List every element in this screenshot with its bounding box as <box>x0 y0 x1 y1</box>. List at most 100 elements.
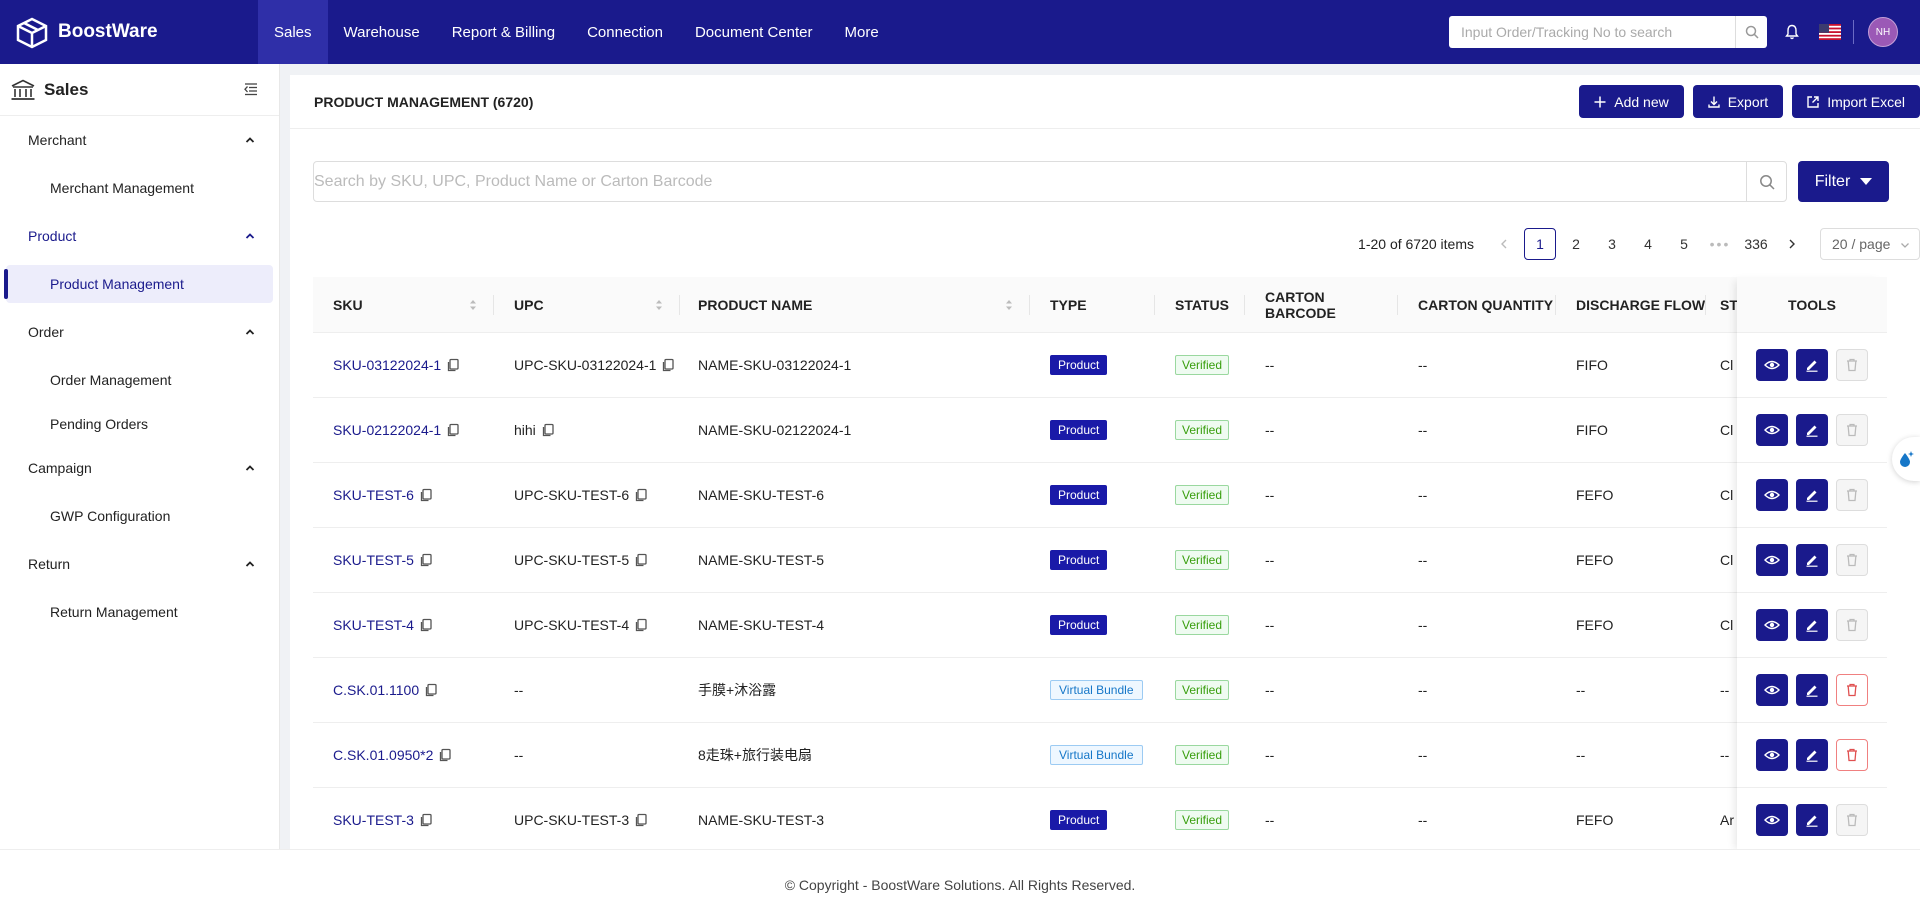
copy-icon[interactable] <box>541 423 555 437</box>
sku-link[interactable]: SKU-TEST-3 <box>333 812 414 828</box>
nav-sales[interactable]: Sales <box>258 0 328 64</box>
prev-page-button[interactable] <box>1488 228 1520 260</box>
product-search-input[interactable] <box>314 162 1746 201</box>
sort-icon <box>470 299 476 310</box>
view-button[interactable] <box>1756 739 1788 771</box>
sidebar-item-pending-orders[interactable]: Pending Orders <box>0 404 279 444</box>
sidebar-item-gwp-configuration[interactable]: GWP Configuration <box>0 492 279 540</box>
view-button[interactable] <box>1756 544 1788 576</box>
copy-icon[interactable] <box>634 813 648 827</box>
edit-button[interactable] <box>1796 739 1828 771</box>
page-ellipsis[interactable]: ••• <box>1704 228 1736 260</box>
order-search-input[interactable] <box>1449 17 1735 47</box>
view-button[interactable] <box>1756 804 1788 836</box>
copy-icon[interactable] <box>634 553 648 567</box>
col-header-product-name[interactable]: PRODUCT NAME <box>680 277 1030 333</box>
page-5[interactable]: 5 <box>1668 228 1700 260</box>
menu-collapse-icon[interactable] <box>243 81 259 97</box>
bank-icon <box>11 79 35 100</box>
sku-link[interactable]: SKU-02122024-1 <box>333 422 441 438</box>
copy-icon[interactable] <box>634 488 648 502</box>
edit-button[interactable] <box>1796 349 1828 381</box>
nav-document-center[interactable]: Document Center <box>679 0 829 64</box>
edit-button[interactable] <box>1796 544 1828 576</box>
nav-warehouse[interactable]: Warehouse <box>328 0 436 64</box>
page-1[interactable]: 1 <box>1524 228 1556 260</box>
user-avatar[interactable]: NH <box>1868 17 1898 47</box>
col-header-label: DISCHARGE FLOW <box>1576 296 1706 313</box>
sidebar-group-merchant[interactable]: Merchant <box>0 116 279 164</box>
view-button[interactable] <box>1756 674 1788 706</box>
cell-type: Product <box>1030 788 1155 850</box>
delete-button[interactable] <box>1836 609 1868 641</box>
sidebar-item-merchant-management[interactable]: Merchant Management <box>0 164 279 212</box>
page-2[interactable]: 2 <box>1560 228 1592 260</box>
sku-link[interactable]: SKU-TEST-5 <box>333 552 414 568</box>
sku-link[interactable]: C.SK.01.1100 <box>333 682 419 698</box>
sidebar-group-campaign[interactable]: Campaign <box>0 444 279 492</box>
view-button[interactable] <box>1756 479 1788 511</box>
nav-connection[interactable]: Connection <box>571 0 679 64</box>
nav-report-billing[interactable]: Report & Billing <box>436 0 571 64</box>
sidebar-item-order-management[interactable]: Order Management <box>0 356 279 404</box>
edit-button[interactable] <box>1796 804 1828 836</box>
trash-icon <box>1847 748 1857 762</box>
copy-icon[interactable] <box>661 358 675 372</box>
sidebar-group-order[interactable]: Order <box>0 308 279 356</box>
copy-icon[interactable] <box>419 553 433 567</box>
copy-icon[interactable] <box>419 618 433 632</box>
copy-icon[interactable] <box>419 813 433 827</box>
filter-button[interactable]: Filter <box>1798 161 1889 202</box>
edit-button[interactable] <box>1796 674 1828 706</box>
nav-more[interactable]: More <box>829 0 895 64</box>
edit-button[interactable] <box>1796 479 1828 511</box>
product-search-button[interactable] <box>1746 162 1786 201</box>
copy-icon[interactable] <box>634 618 648 632</box>
page-size-select[interactable]: 20 / page <box>1820 228 1920 260</box>
sidebar-group-return[interactable]: Return <box>0 540 279 588</box>
copy-icon[interactable] <box>438 748 452 762</box>
copy-icon[interactable] <box>446 358 460 372</box>
delete-button[interactable] <box>1836 349 1868 381</box>
view-button[interactable] <box>1756 609 1788 641</box>
us-flag-icon[interactable] <box>1819 24 1841 40</box>
edit-button[interactable] <box>1796 609 1828 641</box>
trash-icon <box>1847 683 1857 697</box>
edit-button[interactable] <box>1796 414 1828 446</box>
delete-button[interactable] <box>1836 479 1868 511</box>
sku-link[interactable]: SKU-03122024-1 <box>333 357 441 373</box>
sidebar-group-product[interactable]: Product <box>0 212 279 260</box>
order-search-button[interactable] <box>1735 16 1767 48</box>
export-button[interactable]: Export <box>1692 85 1784 118</box>
app-logo[interactable]: BoostWare <box>0 0 258 64</box>
next-page-button[interactable] <box>1776 228 1808 260</box>
copy-icon[interactable] <box>419 488 433 502</box>
sku-link[interactable]: SKU-TEST-6 <box>333 487 414 503</box>
carton-barcode-value: -- <box>1265 487 1275 503</box>
col-header-sku[interactable]: SKU <box>313 277 494 333</box>
copy-icon[interactable] <box>424 683 438 697</box>
sku-link[interactable]: SKU-TEST-4 <box>333 617 414 633</box>
add-new-button[interactable]: Add new <box>1579 85 1684 118</box>
sidebar-item-product-management[interactable]: Product Management <box>4 265 273 303</box>
view-button[interactable] <box>1756 349 1788 381</box>
delete-button[interactable] <box>1836 414 1868 446</box>
group-label: Order <box>28 324 64 340</box>
page-last[interactable]: 336 <box>1740 228 1772 260</box>
delete-button[interactable] <box>1836 804 1868 836</box>
product-name-value: NAME-SKU-03122024-1 <box>698 357 852 373</box>
delete-button[interactable] <box>1836 544 1868 576</box>
discharge-flow-value: FIFO <box>1576 357 1608 373</box>
st-value: Cl <box>1720 617 1734 633</box>
page-3[interactable]: 3 <box>1596 228 1628 260</box>
view-button[interactable] <box>1756 414 1788 446</box>
sidebar-item-return-management[interactable]: Return Management <box>0 588 279 636</box>
notification-bell[interactable] <box>1781 21 1803 43</box>
delete-button[interactable] <box>1836 739 1868 771</box>
delete-button[interactable] <box>1836 674 1868 706</box>
copy-icon[interactable] <box>446 423 460 437</box>
col-header-upc[interactable]: UPC <box>494 277 680 333</box>
sku-link[interactable]: C.SK.01.0950*2 <box>333 747 433 763</box>
import-excel-button[interactable]: Import Excel <box>1792 85 1920 118</box>
page-4[interactable]: 4 <box>1632 228 1664 260</box>
